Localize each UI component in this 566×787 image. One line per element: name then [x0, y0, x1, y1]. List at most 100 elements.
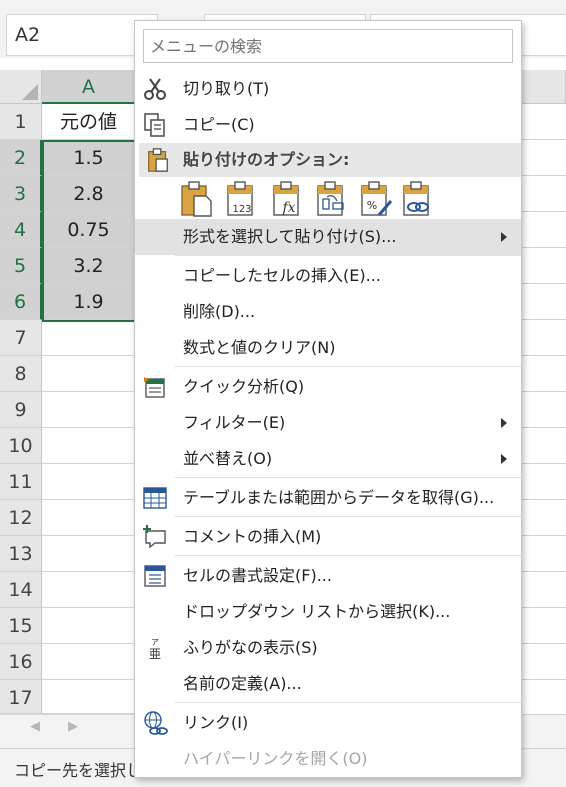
menu-item-label: コメントの挿入(M)	[183, 527, 322, 546]
paste-options-label: 貼り付けのオプション:	[183, 150, 350, 169]
menu-item-quick-analysis[interactable]: クイック分析(Q)	[135, 369, 521, 405]
menu-item-copy[interactable]: コピー(C)	[135, 107, 521, 143]
cell-a9[interactable]	[42, 392, 136, 428]
cell-a13[interactable]	[42, 536, 136, 572]
menu-item-get-data[interactable]: テーブルまたは範囲からデータを取得(G)...	[135, 480, 521, 516]
row-header-5[interactable]: 5	[0, 248, 42, 284]
cell-a5[interactable]: 3.2	[42, 248, 136, 284]
svg-text:亜: 亜	[149, 647, 161, 661]
cell-a11[interactable]	[42, 464, 136, 500]
row-header-7[interactable]: 7	[0, 320, 42, 356]
menu-item-label: 名前の定義(A)...	[183, 674, 302, 693]
paste-icon[interactable]	[179, 181, 213, 217]
quick-analysis-icon	[144, 377, 165, 398]
cell-a15[interactable]	[42, 608, 136, 644]
paste-link-icon[interactable]	[401, 181, 435, 217]
cell-a12[interactable]	[42, 500, 136, 536]
menu-separator	[175, 477, 521, 478]
cell-a17[interactable]	[42, 680, 136, 714]
row-header-9[interactable]: 9	[0, 392, 42, 428]
scissors-icon	[144, 78, 166, 100]
svg-text:%: %	[367, 199, 377, 212]
row-header-3[interactable]: 3	[0, 176, 42, 212]
copy-icon	[144, 113, 165, 137]
status-message: コピー先を選択し	[14, 761, 143, 780]
menu-item-format-cells[interactable]: セルの書式設定(F)...	[135, 558, 521, 594]
menu-item-label: 数式と値のクリア(N)	[183, 338, 336, 357]
svg-text:ア: ア	[151, 638, 159, 647]
menu-item-label: ふりがなの表示(S)	[183, 638, 318, 657]
cell-a6[interactable]: 1.9	[42, 284, 136, 320]
row-header-14[interactable]: 14	[0, 572, 42, 608]
menu-item-show-furigana[interactable]: ア 亜 ふりがなの表示(S)	[135, 630, 521, 666]
menu-item-link[interactable]: リンク(I)	[135, 705, 521, 741]
paste-formatting-icon[interactable]: %	[359, 181, 393, 217]
menu-item-label: テーブルまたは範囲からデータを取得(G)...	[183, 488, 495, 507]
prev-sheet-icon[interactable]: ◀	[30, 719, 40, 734]
menu-item-label: ドロップダウン リストから選択(K)...	[183, 602, 451, 621]
menu-item-clear-contents[interactable]: 数式と値のクリア(N)	[135, 330, 521, 366]
menu-item-label: セルの書式設定(F)...	[183, 566, 332, 585]
menu-item-sort[interactable]: 並べ替え(O)	[135, 441, 521, 477]
menu-item-label: コピーしたセルの挿入(E)...	[183, 266, 381, 285]
furigana-icon: ア 亜	[149, 638, 161, 661]
cell-a1[interactable]: 元の値	[42, 104, 136, 140]
row-header-1[interactable]: 1	[0, 104, 42, 140]
column-header-a[interactable]: A	[42, 70, 136, 104]
cell-a14[interactable]	[42, 572, 136, 608]
row-header-6[interactable]: 6	[0, 284, 42, 320]
menu-item-label: 削除(D)...	[183, 302, 256, 321]
menu-item-label: コピー(C)	[183, 115, 255, 134]
table-icon	[143, 487, 167, 509]
svg-text:123: 123	[232, 204, 251, 215]
menu-item-cut[interactable]: 切り取り(T)	[135, 71, 521, 107]
menu-item-label: フィルター(E)	[183, 413, 286, 432]
next-sheet-icon[interactable]: ▶	[68, 719, 78, 734]
paste-values-icon[interactable]: 123	[225, 181, 259, 217]
row-header-12[interactable]: 12	[0, 500, 42, 536]
submenu-arrow-icon	[501, 454, 507, 464]
cell-a4[interactable]: 0.75	[42, 212, 136, 248]
cell-a7[interactable]	[42, 320, 136, 356]
menu-item-define-name[interactable]: 名前の定義(A)...	[135, 666, 521, 702]
row-header-4[interactable]: 4	[0, 212, 42, 248]
row-header-16[interactable]: 16	[0, 644, 42, 680]
cell-a8[interactable]	[42, 356, 136, 392]
row-header-13[interactable]: 13	[0, 536, 42, 572]
row-header-11[interactable]: 11	[0, 464, 42, 500]
menu-item-filter[interactable]: フィルター(E)	[135, 405, 521, 441]
cell-a3[interactable]: 2.8	[42, 176, 136, 212]
row-header-10[interactable]: 10	[0, 428, 42, 464]
paste-transpose-icon[interactable]	[315, 181, 349, 217]
format-cells-icon	[144, 565, 166, 587]
menu-item-label: リンク(I)	[183, 713, 249, 732]
cell-a16[interactable]	[42, 644, 136, 680]
cell-a10[interactable]	[42, 428, 136, 464]
cell-a2[interactable]: 1.5	[42, 140, 136, 176]
row-header-2[interactable]: 2	[0, 140, 42, 176]
submenu-arrow-icon	[501, 232, 507, 242]
menu-item-insert-comment[interactable]: コメントの挿入(M)	[135, 519, 521, 555]
menu-item-label: 形式を選択して貼り付け(S)...	[183, 227, 397, 246]
row-header-17[interactable]: 17	[0, 680, 42, 714]
submenu-arrow-icon	[501, 418, 507, 428]
link-icon	[144, 711, 168, 735]
menu-search-input[interactable]	[143, 29, 513, 63]
svg-text:fx: fx	[281, 200, 295, 216]
select-all-button[interactable]	[0, 70, 42, 104]
clipboard-icon	[148, 148, 168, 172]
menu-item-label: 切り取り(T)	[183, 79, 270, 98]
paste-formulas-icon[interactable]: fx	[271, 181, 305, 217]
menu-separator	[175, 516, 521, 517]
menu-item-delete[interactable]: 削除(D)...	[135, 294, 521, 330]
row-header-8[interactable]: 8	[0, 356, 42, 392]
menu-item-label: クイック分析(Q)	[183, 377, 305, 396]
row-header-15[interactable]: 15	[0, 608, 42, 644]
menu-item-insert-copied-cells[interactable]: コピーしたセルの挿入(E)...	[135, 258, 521, 294]
menu-separator	[175, 255, 521, 256]
menu-separator	[175, 555, 521, 556]
menu-item-pick-from-dropdown[interactable]: ドロップダウン リストから選択(K)...	[135, 594, 521, 630]
menu-item-label: ハイパーリンクを開く(O)	[183, 749, 368, 768]
menu-item-paste-special[interactable]: 形式を選択して貼り付け(S)...	[135, 219, 521, 255]
menu-separator	[175, 366, 521, 367]
